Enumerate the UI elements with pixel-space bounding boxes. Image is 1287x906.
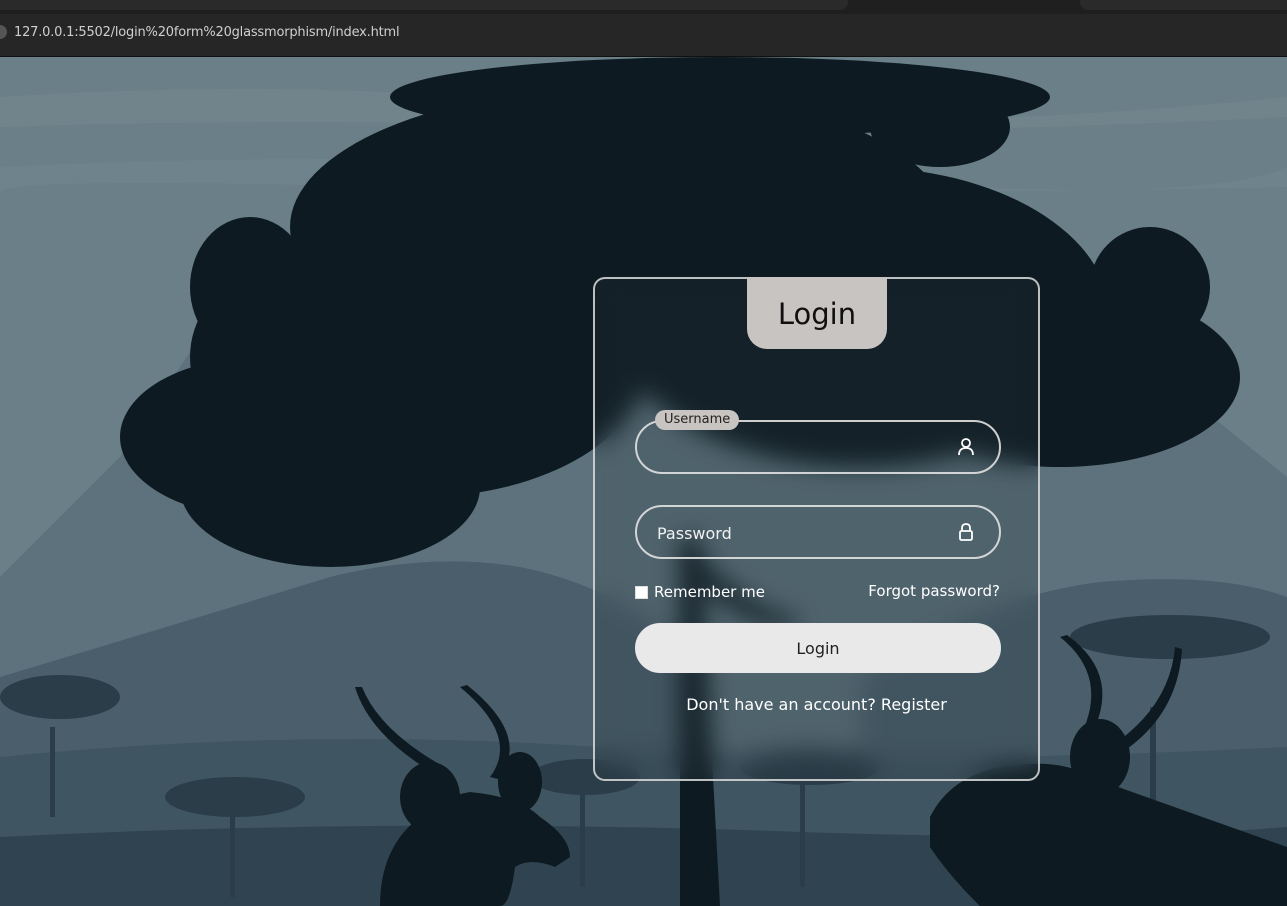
forgot-password-link[interactable]: Forgot password? bbox=[868, 582, 1000, 600]
username-input[interactable] bbox=[655, 422, 949, 474]
register-link[interactable]: Register bbox=[881, 695, 947, 714]
browser-tab[interactable] bbox=[0, 0, 848, 10]
browser-tab[interactable] bbox=[1080, 0, 1287, 10]
lock-icon bbox=[959, 523, 973, 541]
site-info-icon[interactable] bbox=[0, 25, 7, 39]
register-prompt-text: Don't have an account? bbox=[686, 695, 876, 714]
user-icon bbox=[958, 438, 974, 456]
remember-checkbox[interactable] bbox=[635, 585, 648, 599]
password-field[interactable] bbox=[635, 505, 1001, 559]
remember-me[interactable]: Remember me bbox=[635, 583, 765, 601]
password-input[interactable] bbox=[655, 507, 949, 559]
card-header: Login bbox=[747, 277, 887, 349]
register-prompt: Don't have an account? Register bbox=[595, 695, 1038, 714]
remember-label[interactable]: Remember me bbox=[654, 583, 765, 601]
address-bar[interactable]: 127.0.0.1:5502/login%20form%20glassmorph… bbox=[0, 14, 1287, 57]
username-field[interactable]: Username bbox=[635, 410, 1001, 474]
login-card: Login Username Remember me Forgot passwo… bbox=[593, 277, 1040, 781]
card-title: Login bbox=[777, 297, 857, 331]
login-button[interactable]: Login bbox=[635, 623, 1001, 673]
url-text[interactable]: 127.0.0.1:5502/login%20form%20glassmorph… bbox=[14, 25, 400, 40]
browser-tab-strip bbox=[0, 0, 1287, 14]
